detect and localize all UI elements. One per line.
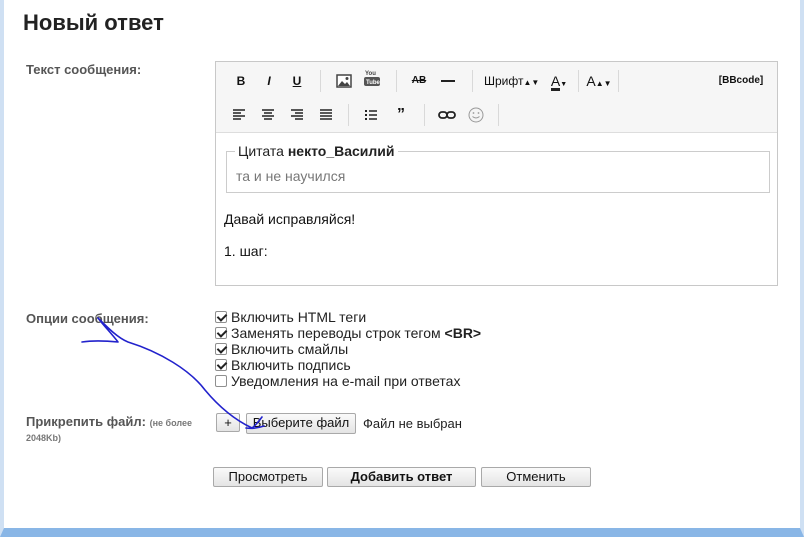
align-right-icon[interactable] xyxy=(288,104,306,126)
svg-text:You: You xyxy=(365,71,376,77)
underline-button[interactable]: U xyxy=(288,70,306,92)
quote-block: Цитата некто_Василий та и не научился xyxy=(226,143,770,193)
add-file-button[interactable]: + xyxy=(216,413,240,432)
toolbar-separator xyxy=(618,70,619,92)
option-checkbox[interactable] xyxy=(215,359,227,371)
font-size-button[interactable]: A▲▼ xyxy=(586,70,612,92)
option-signature[interactable]: Включить подпись xyxy=(215,357,351,373)
font-size-letter: A xyxy=(586,73,596,89)
option-label: Включить HTML теги xyxy=(231,309,367,325)
quote-text: та и не научился xyxy=(236,168,346,184)
choose-file-button[interactable]: Выберите файл xyxy=(246,413,356,434)
quote-header: Цитата некто_Василий xyxy=(235,143,398,159)
image-icon[interactable] xyxy=(334,70,354,92)
body-line-1: Давай исправляйся! xyxy=(224,211,356,227)
bbcode-toggle-button[interactable]: [BBcode] xyxy=(716,70,766,92)
align-left-icon[interactable] xyxy=(230,104,248,126)
updown-arrow-icon: ▲▼ xyxy=(595,79,612,88)
quote-label: Цитата xyxy=(238,143,284,159)
toolbar-separator xyxy=(498,104,499,126)
toolbar-separator xyxy=(320,70,321,92)
attach-file-label: Прикрепить файл: (не более xyxy=(26,414,192,429)
file-status-text: Файл не выбран xyxy=(363,416,462,431)
updown-arrow-icon: ▲▼ xyxy=(523,78,540,87)
toolbar-separator xyxy=(472,70,473,92)
message-text-label: Текст сообщения: xyxy=(26,62,142,77)
option-checkbox[interactable] xyxy=(215,311,227,323)
chevron-down-icon: ▼ xyxy=(560,81,568,88)
cancel-button[interactable]: Отменить xyxy=(481,467,591,487)
option-label: Уведомления на e-mail при ответах xyxy=(231,373,461,389)
submit-reply-button[interactable]: Добавить ответ xyxy=(327,467,476,487)
toolbar-separator xyxy=(396,70,397,92)
option-label: Включить подпись xyxy=(231,357,351,373)
attach-size-note-2: 2048Kb) xyxy=(26,433,62,443)
strikethrough-icon[interactable]: AB xyxy=(408,70,430,92)
message-options-label: Опции сообщения: xyxy=(26,311,149,326)
font-dropdown-label: Шрифт xyxy=(484,74,524,88)
toolbar-separator xyxy=(348,104,349,126)
option-label-br: <BR> xyxy=(444,325,482,341)
bold-button[interactable]: B xyxy=(232,70,250,92)
bulleted-list-icon[interactable] xyxy=(362,104,380,126)
svg-text:Tube: Tube xyxy=(366,80,381,86)
font-color-button[interactable]: A▼ xyxy=(546,70,572,92)
font-family-dropdown[interactable]: Шрифт▲▼ xyxy=(484,70,540,92)
youtube-icon[interactable]: You Tube xyxy=(362,68,382,90)
italic-button[interactable]: I xyxy=(260,70,278,92)
toolbar-separator xyxy=(578,70,579,92)
quote-author: некто_Василий xyxy=(287,143,395,159)
smiley-icon[interactable] xyxy=(466,104,486,126)
option-html-tags[interactable]: Включить HTML теги xyxy=(215,309,366,325)
option-label: Заменять переводы строк тегом xyxy=(231,325,441,341)
horizontal-rule-icon[interactable] xyxy=(438,70,458,92)
align-center-icon[interactable] xyxy=(259,104,277,126)
option-email-notify[interactable]: Уведомления на e-mail при ответах xyxy=(215,373,460,389)
link-icon[interactable] xyxy=(436,104,458,126)
page-title: Новый ответ xyxy=(23,10,164,35)
option-label: Включить смайлы xyxy=(231,341,349,357)
option-checkbox[interactable] xyxy=(215,375,227,387)
body-line-2: 1. шаг: xyxy=(224,243,268,259)
option-checkbox[interactable] xyxy=(215,327,227,339)
font-color-letter: A xyxy=(550,73,561,91)
toolbar-separator xyxy=(424,104,425,126)
option-smilies[interactable]: Включить смайлы xyxy=(215,341,348,357)
option-checkbox[interactable] xyxy=(215,343,227,355)
message-editor: B I U You Tube AB Шрифт▲▼ A▼ A▲▼ [BBcode… xyxy=(215,61,778,286)
align-justify-icon[interactable] xyxy=(317,104,335,126)
preview-button[interactable]: Просмотреть xyxy=(213,467,323,487)
option-br-tags[interactable]: Заменять переводы строк тегом <BR> xyxy=(215,325,481,341)
quote-icon[interactable]: ” xyxy=(392,104,410,126)
editor-toolbar: B I U You Tube AB Шрифт▲▼ A▼ A▲▼ [BBcode… xyxy=(216,62,777,133)
attach-size-note: (не более xyxy=(149,418,192,428)
editor-content-area[interactable]: Цитата некто_Василий та и не научился Да… xyxy=(216,133,777,285)
attach-file-label-text: Прикрепить файл: xyxy=(26,414,146,429)
